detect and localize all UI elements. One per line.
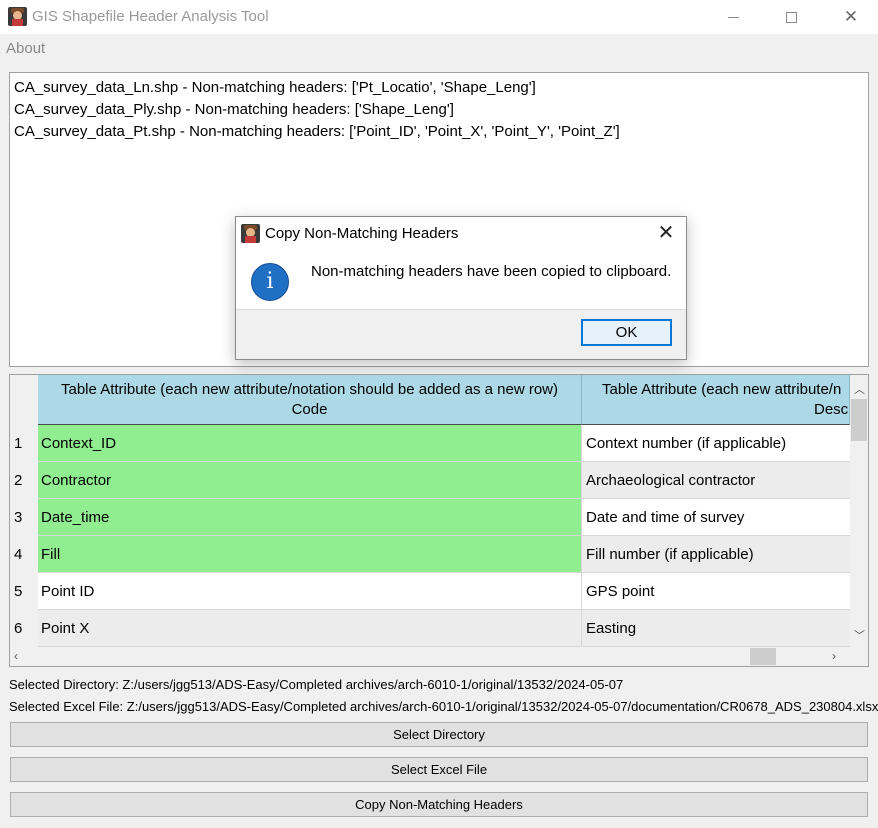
table-cell-code[interactable]: Point ID — [38, 573, 582, 610]
maximize-button[interactable] — [768, 0, 814, 34]
table-cell-code[interactable]: Contractor — [38, 462, 582, 499]
table-corner — [10, 375, 38, 425]
horizontal-scroll-thumb[interactable] — [750, 648, 776, 665]
dialog-footer: OK — [236, 309, 686, 359]
message-dialog: Copy Non-Matching Headers ✕ i Non-matchi… — [235, 216, 687, 360]
output-line: CA_survey_data_Ply.shp - Non-matching he… — [14, 101, 454, 118]
output-line: CA_survey_data_Pt.shp - Non-matching hea… — [14, 123, 620, 140]
select-directory-button[interactable]: Select Directory — [10, 722, 868, 747]
table-cell-code[interactable]: Point X — [38, 610, 582, 647]
maximize-icon — [785, 11, 797, 23]
table-cell-description[interactable]: Fill number (if applicable) — [582, 536, 850, 573]
table-cell-description[interactable]: Archaeological contractor — [582, 462, 850, 499]
copy-headers-button[interactable]: Copy Non-Matching Headers — [10, 792, 868, 817]
scroll-up-icon[interactable]: ︿ — [854, 381, 865, 397]
row-number[interactable]: 5 — [10, 573, 38, 610]
row-number[interactable]: 3 — [10, 499, 38, 536]
scroll-left-icon[interactable]: ‹ — [14, 649, 18, 663]
attribute-table[interactable]: Table Attribute (each new attribute/nota… — [9, 374, 869, 667]
close-icon: ✕ — [843, 7, 859, 26]
close-button[interactable]: ✕ — [828, 0, 874, 34]
vertical-scroll-thumb[interactable] — [851, 399, 867, 441]
selected-excel-label: Selected Excel File: Z:/users/jgg513/ADS… — [9, 699, 878, 714]
row-number[interactable]: 1 — [10, 425, 38, 462]
ok-button[interactable]: OK — [581, 319, 672, 346]
row-number[interactable]: 4 — [10, 536, 38, 573]
dialog-message: Non-matching headers have been copied to… — [311, 263, 672, 280]
info-icon: i — [251, 263, 289, 301]
table-cell-description[interactable]: GPS point — [582, 573, 850, 610]
table-cell-description[interactable]: Easting — [582, 610, 850, 647]
column-header-description[interactable]: Table Attribute (each new attribute/n De… — [582, 375, 850, 425]
row-number[interactable]: 2 — [10, 462, 38, 499]
vertical-scrollbar[interactable]: ︿ ﹀ — [850, 375, 868, 647]
horizontal-scrollbar[interactable]: ‹ › — [10, 647, 868, 666]
title-bar: GIS Shapefile Header Analysis Tool ✕ — [0, 0, 878, 34]
column-header-code[interactable]: Table Attribute (each new attribute/nota… — [38, 375, 582, 425]
table-cell-code[interactable]: Date_time — [38, 499, 582, 536]
scroll-down-icon[interactable]: ﹀ — [854, 627, 865, 643]
table-cell-code[interactable]: Fill — [38, 536, 582, 573]
row-number[interactable]: 6 — [10, 610, 38, 647]
window-title: GIS Shapefile Header Analysis Tool — [32, 8, 269, 25]
table-cell-code[interactable]: Context_ID — [38, 425, 582, 462]
table-cell-description[interactable]: Date and time of survey — [582, 499, 850, 536]
scroll-right-icon[interactable]: › — [832, 649, 836, 663]
dialog-app-icon — [241, 224, 260, 243]
app-icon — [8, 7, 27, 26]
minimize-icon — [727, 16, 739, 18]
minimize-button[interactable] — [710, 0, 756, 34]
table-cell-description[interactable]: Context number (if applicable) — [582, 425, 850, 462]
dialog-close-icon[interactable]: ✕ — [654, 220, 678, 245]
menu-about[interactable]: About — [6, 40, 45, 57]
output-line: CA_survey_data_Ln.shp - Non-matching hea… — [14, 79, 536, 96]
dialog-title: Copy Non-Matching Headers — [265, 225, 459, 242]
selected-directory-label: Selected Directory: Z:/users/jgg513/ADS-… — [9, 677, 624, 692]
select-excel-button[interactable]: Select Excel File — [10, 757, 868, 782]
